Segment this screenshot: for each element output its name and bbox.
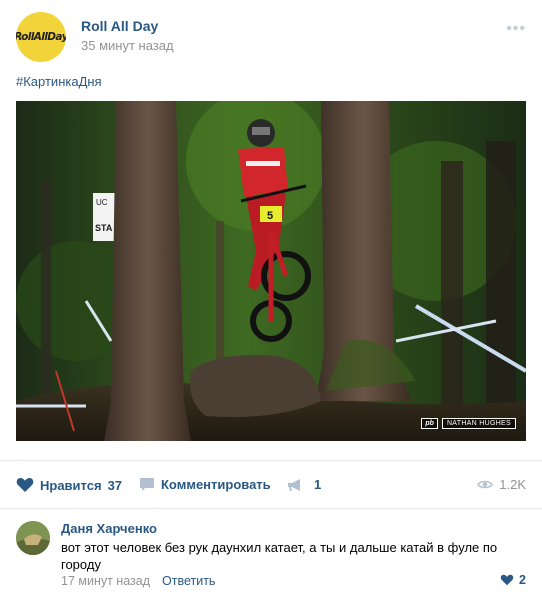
comment-item: Даня Харченко вот этот человек без рук д… <box>0 509 542 595</box>
like-count: 37 <box>107 477 123 493</box>
comment-button[interactable]: Комментировать <box>139 477 271 492</box>
avatar-logo-text: RollAllDay <box>16 31 66 43</box>
post-header: RollAllDay Roll All Day 35 минут назад •… <box>0 0 542 70</box>
community-name[interactable]: Roll All Day <box>81 18 158 34</box>
community-avatar[interactable]: RollAllDay <box>16 12 66 62</box>
reply-button[interactable]: Ответить <box>162 574 215 588</box>
like-button[interactable]: Нравится 37 <box>16 477 122 493</box>
sign-text: STA <box>95 223 113 233</box>
views-counter: 1.2K <box>477 477 526 492</box>
views-count: 1.2K <box>499 477 526 492</box>
commenter-name[interactable]: Даня Харченко <box>61 521 157 536</box>
comment-time[interactable]: 17 минут назад <box>61 574 150 588</box>
post-hashtag[interactable]: #КартинкаДня <box>16 74 102 89</box>
post-photo[interactable]: UC STA 5 pb NATHAN HUGHES <box>16 101 526 441</box>
megaphone-icon <box>288 478 300 491</box>
eye-icon <box>477 480 494 489</box>
share-button[interactable]: 1 <box>287 477 321 492</box>
comment-label: Комментировать <box>161 477 271 492</box>
like-label: Нравится <box>40 477 102 493</box>
commenter-avatar-image <box>16 521 50 555</box>
share-count: 1 <box>314 477 322 492</box>
comment-text: вот этот человек без рук даунхил катает,… <box>61 540 498 572</box>
watermark-logo: pb <box>421 418 438 429</box>
more-options-icon[interactable]: ••• <box>506 20 526 38</box>
rider-number: 5 <box>267 210 273 222</box>
sign-text-top: UC <box>96 198 108 207</box>
photo-illustration: UC STA 5 <box>16 101 526 441</box>
comment-like-count: 2 <box>519 573 526 587</box>
photo-watermark: pb NATHAN HUGHES <box>421 418 516 429</box>
post-actions: Нравится 37 Комментировать 1 1.2K <box>0 460 542 509</box>
watermark-credit: NATHAN HUGHES <box>441 418 516 429</box>
comment-like-button[interactable]: 2 <box>500 573 526 587</box>
heart-icon <box>500 574 514 586</box>
commenter-avatar[interactable] <box>16 521 50 555</box>
comment-icon <box>140 478 154 491</box>
post-time[interactable]: 35 минут назад <box>81 38 174 53</box>
heart-icon <box>16 478 34 492</box>
